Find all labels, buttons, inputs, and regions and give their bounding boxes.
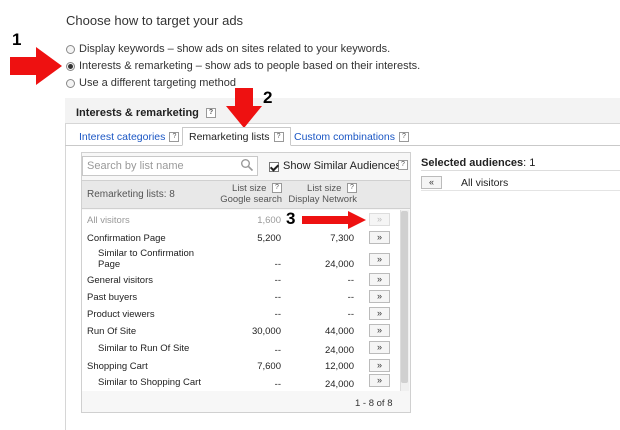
row-display-size: 44,000	[324, 326, 354, 337]
option-different-method[interactable]: Use a different targeting method	[66, 77, 236, 89]
page-title: Choose how to target your ads	[66, 13, 244, 28]
selected-row	[421, 175, 620, 191]
tab-label: Interest categories	[79, 130, 166, 143]
col-sublabel: Display Network	[288, 194, 357, 205]
row-name: Similar to Run Of Site	[98, 343, 190, 354]
help-icon[interactable]: ?	[205, 108, 216, 119]
row-display-size: 7,300	[330, 233, 354, 244]
row-name: Similar to Shopping Cart	[98, 377, 201, 388]
search-placeholder: Search by list name	[87, 160, 184, 172]
add-button[interactable]: »	[369, 290, 390, 303]
pager: 1 - 8 of 8	[355, 398, 393, 409]
panel-title: Interests & remarketing ?	[76, 107, 216, 119]
add-button[interactable]: »	[369, 341, 390, 354]
row-display-size: 24,000	[324, 345, 354, 356]
selected-count: : 1	[523, 157, 536, 169]
annotation-arrow-down-icon	[226, 88, 262, 128]
row-google-size: 30,000	[251, 326, 281, 337]
list-count: Remarketing lists: 8	[87, 189, 175, 200]
selected-item-name: All visitors	[461, 177, 509, 189]
list-rows: All visitors 1,600 -- » Confirmation Pag…	[82, 210, 400, 391]
add-button[interactable]: »	[369, 307, 390, 320]
add-button[interactable]: »	[369, 231, 390, 244]
row-name: All visitors	[87, 215, 130, 226]
search-icon[interactable]	[240, 158, 254, 172]
option-interests-remarketing[interactable]: Interests & remarketing – show ads to pe…	[66, 60, 420, 72]
scrollbar-thumb[interactable]	[401, 211, 408, 383]
row-name: Similar to Confirmation Page	[98, 248, 194, 270]
row-display-size: --	[347, 275, 354, 286]
annotation-number-2: 2	[263, 88, 273, 107]
row-name: Run Of Site	[87, 326, 137, 337]
help-icon[interactable]: ?	[398, 131, 409, 142]
help-icon[interactable]: ?	[398, 160, 408, 170]
add-button[interactable]: »	[369, 374, 390, 387]
radio-display-keywords[interactable]	[66, 44, 75, 54]
selected-divider	[421, 170, 620, 171]
row-display-size: 24,000	[324, 259, 354, 270]
col-label: List size	[307, 183, 342, 194]
tab-remarketing-lists[interactable]: Remarketing lists ?	[182, 127, 291, 146]
row-google-size: --	[274, 292, 281, 303]
row-google-size: 5,200	[257, 233, 281, 244]
row-google-size: --	[274, 275, 281, 286]
help-icon[interactable]: ?	[273, 131, 284, 142]
help-icon[interactable]: ?	[272, 183, 282, 194]
row-display-size: --	[347, 292, 354, 303]
option-label: Use a different targeting method	[79, 77, 236, 89]
col-label: List size	[232, 183, 267, 194]
selected-title-label: Selected audiences	[421, 157, 524, 169]
help-icon[interactable]: ?	[347, 183, 357, 194]
add-button[interactable]: »	[369, 213, 390, 226]
row-display-size: 24,000	[324, 379, 354, 390]
annotation-arrow-right-icon	[302, 211, 366, 229]
show-similar-checkbox[interactable]	[269, 162, 279, 172]
option-display-keywords[interactable]: Display keywords – show ads on sites rel…	[66, 43, 390, 55]
row-name: Confirmation Page	[87, 233, 166, 244]
tab-label: Custom combinations	[294, 130, 395, 143]
annotation-number-3: 3	[286, 209, 296, 228]
row-name: Past buyers	[87, 292, 138, 303]
panel-title-text: Interests & remarketing	[76, 107, 199, 119]
row-display-size: 12,000	[324, 361, 354, 372]
show-similar-label: Show Similar Audiences	[283, 160, 402, 172]
row-name-line: Similar to Confirmation	[98, 248, 195, 259]
row-name: Product viewers	[87, 309, 155, 320]
row-google-size: --	[274, 379, 281, 390]
remove-button[interactable]: «	[421, 176, 442, 189]
row-name: General visitors	[87, 275, 153, 286]
radio-interests-remarketing[interactable]	[66, 61, 75, 71]
add-button[interactable]: »	[369, 273, 390, 286]
option-label: Display keywords – show ads on sites rel…	[79, 43, 391, 55]
row-google-size: 1,600	[257, 215, 281, 226]
radio-different-method[interactable]	[66, 78, 75, 88]
tab-custom-combinations[interactable]: Custom combinations ?	[294, 127, 409, 146]
col-sublabel: Google search	[220, 194, 282, 205]
row-google-size: --	[274, 309, 281, 320]
help-icon[interactable]: ?	[169, 131, 180, 142]
row-google-size: --	[274, 345, 281, 356]
add-button[interactable]: »	[369, 324, 390, 337]
row-google-size: 7,600	[257, 361, 281, 372]
tab-label: Remarketing lists	[189, 130, 270, 143]
row-google-size: --	[274, 259, 281, 270]
col-display-network: List size ? Display Network	[284, 183, 357, 205]
option-label: Interests & remarketing – show ads to pe…	[79, 60, 421, 72]
row-name: Shopping Cart	[87, 361, 148, 372]
add-button[interactable]: »	[369, 359, 390, 372]
selected-audiences-title: Selected audiences: 1	[421, 157, 535, 169]
row-display-size: --	[347, 309, 354, 320]
col-google-search: List size ? Google search	[212, 183, 282, 205]
annotation-arrow-right-icon	[10, 47, 62, 85]
tab-interest-categories[interactable]: Interest categories ?	[79, 127, 180, 146]
row-name-line: Page	[98, 259, 121, 270]
add-button[interactable]: »	[369, 253, 390, 266]
